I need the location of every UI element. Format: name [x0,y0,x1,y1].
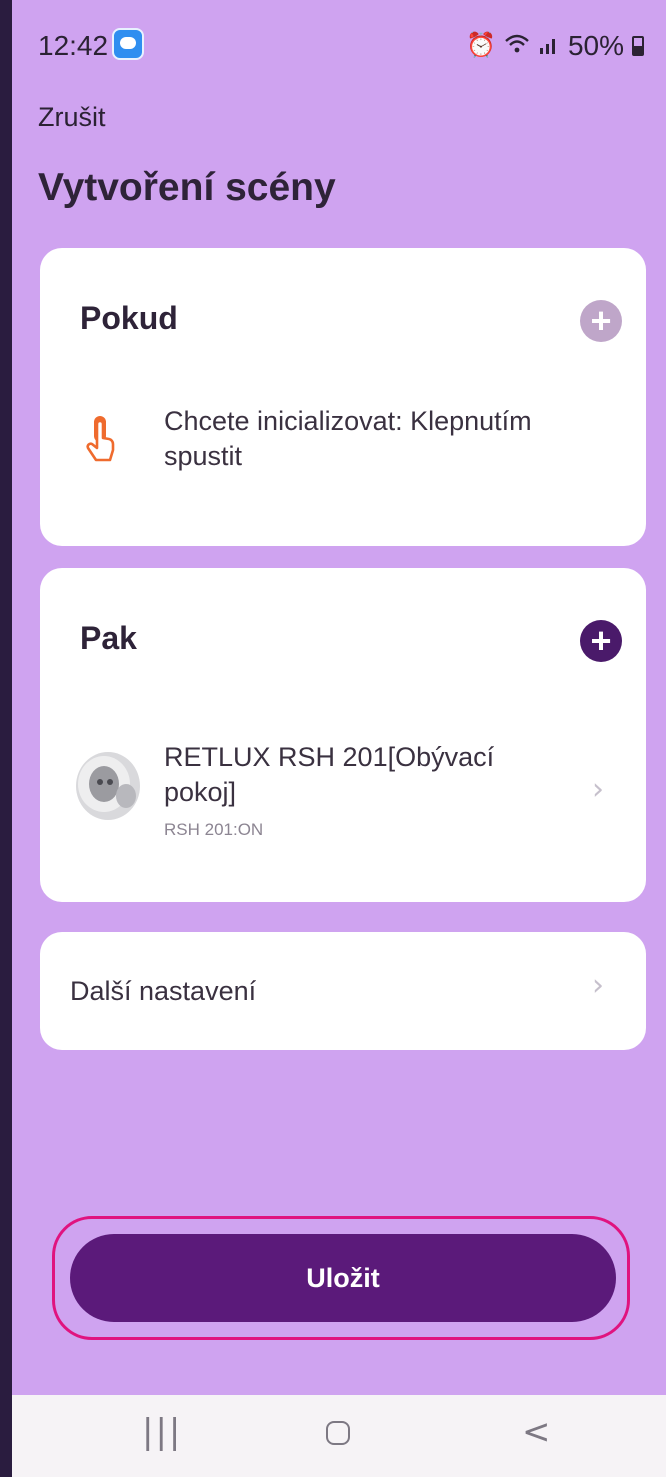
chevron-right-icon: › [592,772,604,807]
cancel-button[interactable]: Zrušit [38,102,106,133]
add-action-button[interactable]: + [580,620,622,662]
status-bar: 12:42 ⏰ 50% [12,0,666,92]
save-button[interactable]: Uložit [70,1234,616,1322]
status-time: 12:42 [38,30,109,61]
then-heading: Pak [80,620,137,656]
then-card: Pak + RETLUX RSH 201[Obývací pokoj] RSH … [40,568,646,902]
add-condition-button[interactable]: + [580,300,622,342]
system-nav-bar: ||| < [12,1395,666,1477]
plus-icon: + [590,620,612,661]
battery-percent: 50% [567,30,624,61]
if-card: Pokud + Chcete inicializovat: Klepnutím … [40,248,646,546]
alarm-icon: ⏰ [466,32,496,59]
smart-plug-icon [68,746,144,827]
more-settings-row[interactable]: Další nastavení › [40,932,646,1050]
status-right: ⏰ 50% [466,30,644,62]
action-subtitle: RSH 201:ON [164,820,264,839]
more-settings-label: Další nastavení [70,976,257,1006]
chevron-right-icon: › [592,968,604,1003]
wifi-icon [504,33,530,60]
hand-tap-icon [80,416,120,471]
plus-icon: + [590,300,612,341]
if-heading: Pokud [80,300,178,336]
signal-icon [538,33,560,60]
home-icon[interactable] [326,1421,350,1445]
phone-screen: 12:42 ⏰ 50% Zrušit Vytvoření scény Pokud… [12,0,666,1477]
action-title: RETLUX RSH 201[Obývací pokoj] [164,742,495,808]
recent-apps-icon[interactable]: ||| [142,1415,182,1449]
condition-text[interactable]: Chcete inicializovat: Klepnutím spustit [164,404,604,474]
back-icon[interactable]: < [522,1415,551,1449]
app-notification-icon [112,28,144,60]
battery-icon [632,36,644,56]
page-title: Vytvoření scény [38,166,336,209]
